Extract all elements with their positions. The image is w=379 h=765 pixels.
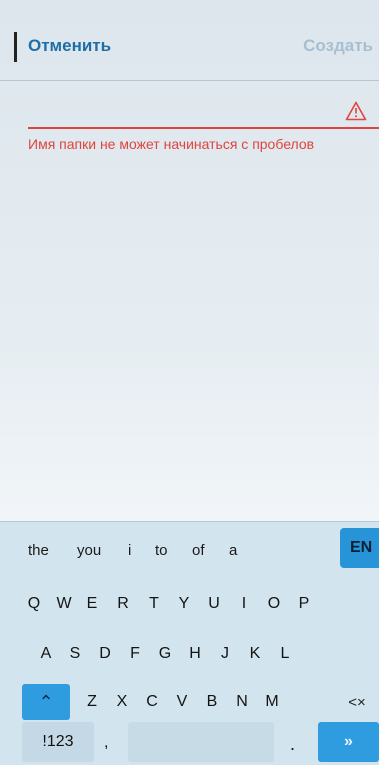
shift-key[interactable]: ⌃ xyxy=(22,684,70,720)
key-l[interactable]: L xyxy=(271,638,299,670)
key-h[interactable]: H xyxy=(181,638,209,670)
folder-name-input[interactable] xyxy=(28,127,379,129)
new-folder-screen: Отменить Создать Имя папки не может начи… xyxy=(0,0,379,765)
suggestion-word[interactable]: to xyxy=(155,542,168,559)
key-d[interactable]: D xyxy=(91,638,119,670)
cancel-button[interactable]: Отменить xyxy=(28,36,111,56)
key-n[interactable]: N xyxy=(228,686,256,718)
key-p[interactable]: P xyxy=(290,588,318,620)
space-key[interactable] xyxy=(128,722,274,762)
comma-key[interactable]: , xyxy=(104,734,108,752)
key-o[interactable]: O xyxy=(260,588,288,620)
key-e[interactable]: E xyxy=(78,588,106,620)
suggestion-word[interactable]: the xyxy=(28,542,49,559)
key-x[interactable]: X xyxy=(108,686,136,718)
suggestion-word[interactable]: i xyxy=(128,542,131,559)
suggestion-word[interactable]: of xyxy=(192,542,205,559)
enter-key[interactable]: » xyxy=(318,722,379,762)
on-screen-keyboard: the you i to of a EN Q W E R T Y U I O P… xyxy=(0,521,379,765)
numbers-key[interactable]: !123 xyxy=(22,722,94,762)
key-k[interactable]: K xyxy=(241,638,269,670)
key-j[interactable]: J xyxy=(211,638,239,670)
key-r[interactable]: R xyxy=(109,588,137,620)
key-q[interactable]: Q xyxy=(20,588,48,620)
key-f[interactable]: F xyxy=(121,638,149,670)
language-key[interactable]: EN xyxy=(340,528,379,568)
key-v[interactable]: V xyxy=(168,686,196,718)
key-c[interactable]: C xyxy=(138,686,166,718)
period-key[interactable]: . xyxy=(290,734,295,755)
key-a[interactable]: A xyxy=(32,638,60,670)
key-y[interactable]: Y xyxy=(170,588,198,620)
suggestion-word[interactable]: you xyxy=(77,542,101,559)
key-w[interactable]: W xyxy=(50,588,78,620)
key-i[interactable]: I xyxy=(230,588,258,620)
suggestion-word[interactable]: a xyxy=(229,542,237,559)
key-t[interactable]: T xyxy=(140,588,168,620)
key-s[interactable]: S xyxy=(61,638,89,670)
dialog-header: Отменить Создать xyxy=(0,0,379,81)
key-g[interactable]: G xyxy=(151,638,179,670)
key-m[interactable]: M xyxy=(258,686,286,718)
key-b[interactable]: B xyxy=(198,686,226,718)
error-message: Имя папки не может начинаться с пробелов xyxy=(28,136,315,152)
warning-icon xyxy=(345,101,367,121)
create-button[interactable]: Создать xyxy=(303,36,373,56)
key-u[interactable]: U xyxy=(200,588,228,620)
key-z[interactable]: Z xyxy=(78,686,106,718)
backspace-key[interactable]: <× xyxy=(340,686,374,718)
